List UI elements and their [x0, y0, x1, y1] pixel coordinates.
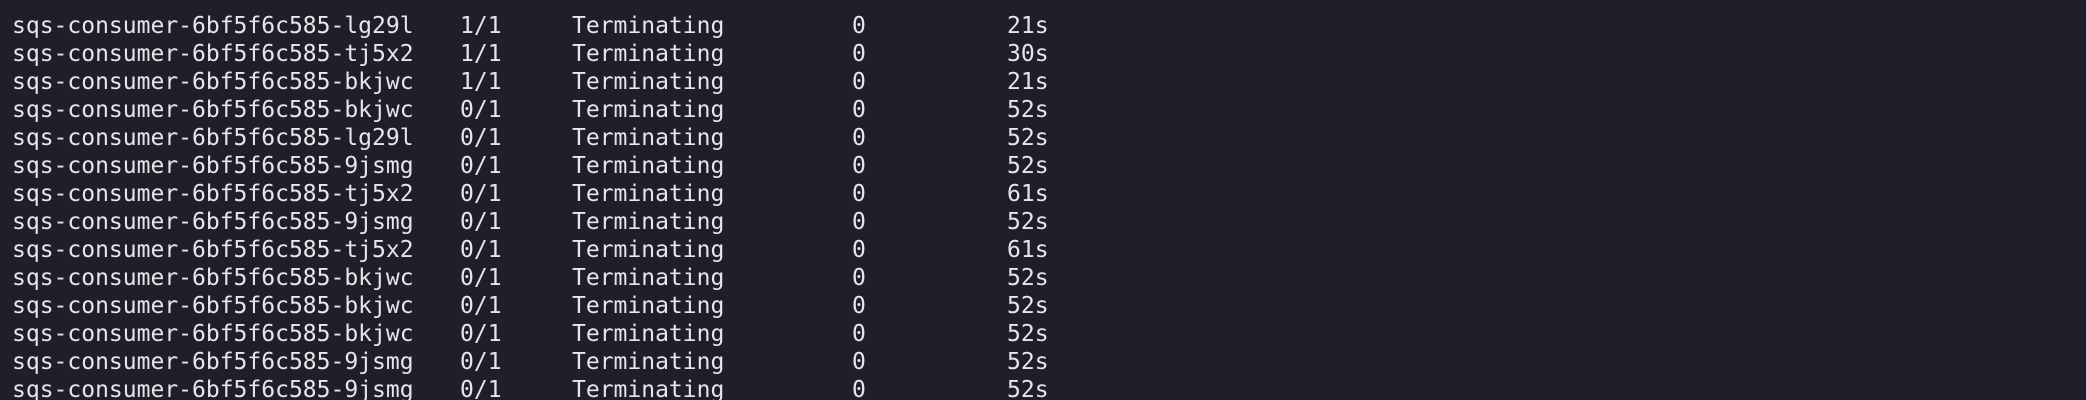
pod-ready: 0/1	[460, 209, 502, 235]
pod-status: Terminating	[572, 97, 725, 123]
pod-ready: 0/1	[460, 97, 502, 123]
pod-status: Terminating	[572, 377, 725, 400]
pod-ready: 1/1	[460, 69, 502, 95]
terminal-window[interactable]: sqs-consumer-6bf5f6c585-lg29l 1/1 Termin…	[0, 0, 2086, 400]
pod-row: sqs-consumer-6bf5f6c585-lg29l 1/1 Termin…	[12, 12, 1049, 40]
pod-restarts: 0	[852, 377, 866, 400]
pod-ready: 1/1	[460, 41, 502, 67]
pod-name: sqs-consumer-6bf5f6c585-9jsmg	[12, 377, 414, 400]
pod-row: sqs-consumer-6bf5f6c585-lg29l 0/1 Termin…	[12, 124, 1049, 152]
pod-row: sqs-consumer-6bf5f6c585-bkjwc 0/1 Termin…	[12, 264, 1049, 292]
pod-age: 30s	[1007, 41, 1049, 67]
pod-row: sqs-consumer-6bf5f6c585-tj5x2 0/1 Termin…	[12, 236, 1049, 264]
pod-name: sqs-consumer-6bf5f6c585-tj5x2	[12, 237, 414, 263]
pod-restarts: 0	[852, 97, 866, 123]
pod-restarts: 0	[852, 209, 866, 235]
pod-status: Terminating	[572, 237, 725, 263]
pod-restarts: 0	[852, 153, 866, 179]
pod-name: sqs-consumer-6bf5f6c585-9jsmg	[12, 349, 414, 375]
pod-ready: 0/1	[460, 349, 502, 375]
pod-row: sqs-consumer-6bf5f6c585-9jsmg 0/1 Termin…	[12, 348, 1049, 376]
pod-status: Terminating	[572, 41, 725, 67]
pod-ready: 0/1	[460, 237, 502, 263]
pod-age: 52s	[1007, 349, 1049, 375]
pod-age: 21s	[1007, 69, 1049, 95]
pod-status: Terminating	[572, 265, 725, 291]
pod-row: sqs-consumer-6bf5f6c585-9jsmg 0/1 Termin…	[12, 152, 1049, 180]
pod-name: sqs-consumer-6bf5f6c585-tj5x2	[12, 181, 414, 207]
pod-restarts: 0	[852, 293, 866, 319]
pod-row: sqs-consumer-6bf5f6c585-9jsmg 0/1 Termin…	[12, 208, 1049, 236]
pod-name: sqs-consumer-6bf5f6c585-9jsmg	[12, 153, 414, 179]
pod-age: 52s	[1007, 153, 1049, 179]
pod-row: sqs-consumer-6bf5f6c585-bkjwc 0/1 Termin…	[12, 320, 1049, 348]
pod-restarts: 0	[852, 125, 866, 151]
pod-list: sqs-consumer-6bf5f6c585-lg29l 1/1 Termin…	[12, 12, 1049, 400]
pod-row: sqs-consumer-6bf5f6c585-tj5x2 0/1 Termin…	[12, 180, 1049, 208]
pod-restarts: 0	[852, 349, 866, 375]
pod-age: 52s	[1007, 125, 1049, 151]
pod-age: 52s	[1007, 293, 1049, 319]
pod-ready: 0/1	[460, 293, 502, 319]
pod-status: Terminating	[572, 349, 725, 375]
pod-ready: 0/1	[460, 321, 502, 347]
pod-status: Terminating	[572, 321, 725, 347]
pod-ready: 0/1	[460, 265, 502, 291]
pod-row: sqs-consumer-6bf5f6c585-bkjwc 0/1 Termin…	[12, 292, 1049, 320]
pod-status: Terminating	[572, 125, 725, 151]
pod-restarts: 0	[852, 181, 866, 207]
pod-name: sqs-consumer-6bf5f6c585-bkjwc	[12, 321, 414, 347]
pod-age: 52s	[1007, 265, 1049, 291]
pod-name: sqs-consumer-6bf5f6c585-lg29l	[12, 13, 414, 39]
pod-age: 61s	[1007, 181, 1049, 207]
pod-row: sqs-consumer-6bf5f6c585-bkjwc 0/1 Termin…	[12, 96, 1049, 124]
pod-restarts: 0	[852, 237, 866, 263]
pod-status: Terminating	[572, 13, 725, 39]
pod-status: Terminating	[572, 181, 725, 207]
pod-ready: 0/1	[460, 377, 502, 400]
pod-status: Terminating	[572, 69, 725, 95]
pod-name: sqs-consumer-6bf5f6c585-tj5x2	[12, 41, 414, 67]
pod-ready: 1/1	[460, 13, 502, 39]
pod-restarts: 0	[852, 13, 866, 39]
pod-ready: 0/1	[460, 153, 502, 179]
pod-name: sqs-consumer-6bf5f6c585-bkjwc	[12, 69, 414, 95]
pod-age: 61s	[1007, 237, 1049, 263]
pod-restarts: 0	[852, 41, 866, 67]
pod-row: sqs-consumer-6bf5f6c585-tj5x2 1/1 Termin…	[12, 40, 1049, 68]
pod-age: 52s	[1007, 377, 1049, 400]
pod-name: sqs-consumer-6bf5f6c585-bkjwc	[12, 293, 414, 319]
pod-status: Terminating	[572, 153, 725, 179]
pod-restarts: 0	[852, 265, 866, 291]
pod-restarts: 0	[852, 321, 866, 347]
pod-status: Terminating	[572, 293, 725, 319]
pod-name: sqs-consumer-6bf5f6c585-lg29l	[12, 125, 414, 151]
pod-row: sqs-consumer-6bf5f6c585-9jsmg 0/1 Termin…	[12, 376, 1049, 400]
pod-age: 52s	[1007, 209, 1049, 235]
pod-age: 52s	[1007, 97, 1049, 123]
pod-name: sqs-consumer-6bf5f6c585-bkjwc	[12, 97, 414, 123]
pod-age: 21s	[1007, 13, 1049, 39]
pod-name: sqs-consumer-6bf5f6c585-9jsmg	[12, 209, 414, 235]
pod-ready: 0/1	[460, 181, 502, 207]
pod-ready: 0/1	[460, 125, 502, 151]
pod-age: 52s	[1007, 321, 1049, 347]
pod-row: sqs-consumer-6bf5f6c585-bkjwc 1/1 Termin…	[12, 68, 1049, 96]
pod-name: sqs-consumer-6bf5f6c585-bkjwc	[12, 265, 414, 291]
pod-status: Terminating	[572, 209, 725, 235]
pod-restarts: 0	[852, 69, 866, 95]
